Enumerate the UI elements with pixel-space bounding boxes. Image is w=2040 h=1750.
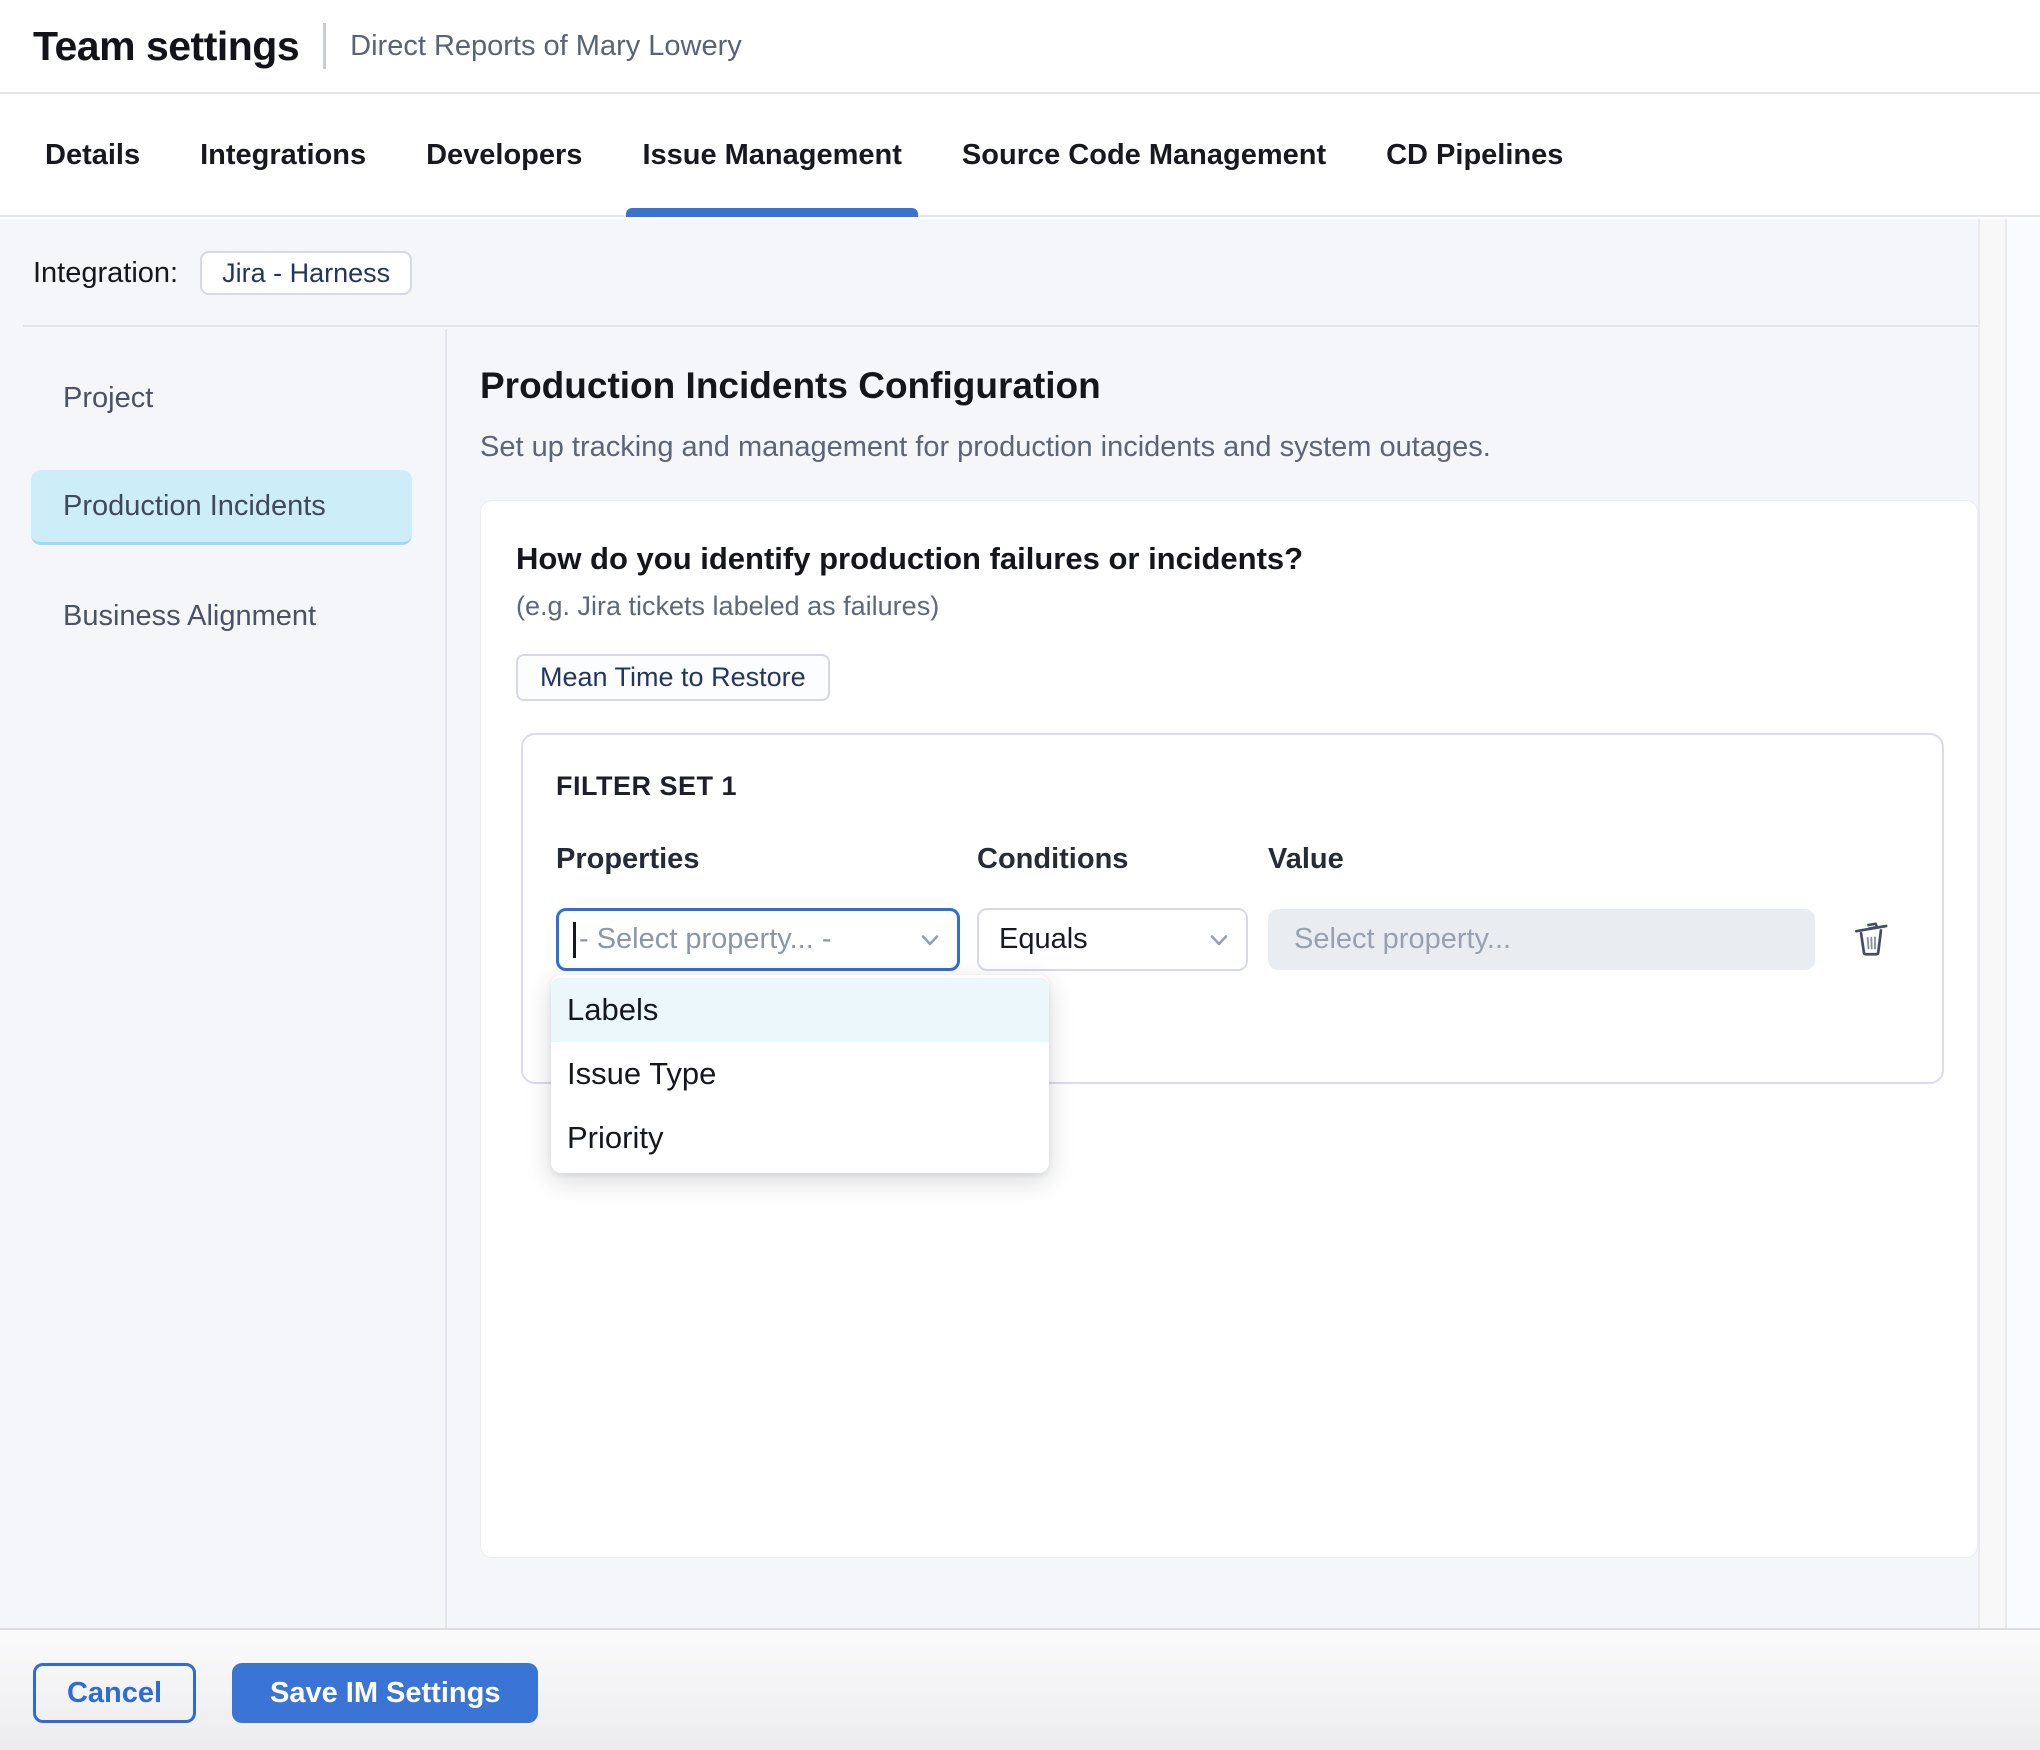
section-title: Production Incidents Configuration xyxy=(480,365,1101,407)
content-area: Integration: Jira - Harness Project Prod… xyxy=(0,219,2007,1628)
chevron-down-icon xyxy=(1204,925,1234,955)
section-subtitle: Set up tracking and management for produ… xyxy=(480,431,1491,464)
property-select[interactable]: - Select property... - xyxy=(556,908,960,971)
tab-developers[interactable]: Developers xyxy=(426,96,582,215)
config-question: How do you identify production failures … xyxy=(516,541,1303,577)
value-column-label: Value xyxy=(1268,843,1344,876)
config-hint: (e.g. Jira tickets labeled as failures) xyxy=(516,591,939,622)
dropdown-option-priority[interactable]: Priority xyxy=(551,1106,1049,1170)
dropdown-option-labels[interactable]: Labels xyxy=(551,978,1049,1042)
cancel-button[interactable]: Cancel xyxy=(33,1663,196,1723)
settings-sidebar: Project Production Incidents Business Al… xyxy=(0,329,447,1628)
sidebar-item-production-incidents[interactable]: Production Incidents xyxy=(31,470,412,545)
properties-column-label: Properties xyxy=(556,843,699,876)
tab-issue-management[interactable]: Issue Management xyxy=(642,96,901,215)
sidebar-item-business-alignment[interactable]: Business Alignment xyxy=(0,579,445,654)
trash-icon xyxy=(1848,915,1894,961)
footer-bar: Cancel Save IM Settings xyxy=(0,1628,2040,1750)
value-input[interactable] xyxy=(1268,909,1815,970)
page-subtitle: Direct Reports of Mary Lowery xyxy=(350,30,742,63)
incidents-config-card: How do you identify production failures … xyxy=(480,500,1978,1558)
mean-time-to-restore-tab[interactable]: Mean Time to Restore xyxy=(516,654,830,701)
text-caret xyxy=(573,922,576,958)
condition-select-value: Equals xyxy=(999,923,1088,956)
page-title: Team settings xyxy=(33,23,299,70)
main-panel: Production Incidents Configuration Set u… xyxy=(449,329,2007,1628)
conditions-column-label: Conditions xyxy=(977,843,1128,876)
scrollbar-track[interactable] xyxy=(1978,219,2007,1628)
page-header: Team settings Direct Reports of Mary Low… xyxy=(0,0,2040,94)
condition-select[interactable]: Equals xyxy=(977,908,1248,971)
property-select-placeholder: - Select property... - xyxy=(579,923,832,956)
integration-row: Integration: Jira - Harness xyxy=(0,219,2007,327)
tab-bar: Details Integrations Developers Issue Ma… xyxy=(0,96,2040,217)
tab-cd-pipelines[interactable]: CD Pipelines xyxy=(1386,96,1563,215)
delete-filter-button[interactable] xyxy=(1845,912,1897,964)
integration-label: Integration: xyxy=(33,257,178,290)
sidebar-item-project[interactable]: Project xyxy=(0,361,445,436)
chevron-down-icon xyxy=(915,925,945,955)
integration-chip[interactable]: Jira - Harness xyxy=(200,251,412,295)
property-dropdown-menu: Labels Issue Type Priority xyxy=(551,975,1049,1173)
tab-details[interactable]: Details xyxy=(45,96,140,215)
filter-set-title: FILTER SET 1 xyxy=(556,771,737,802)
tab-integrations[interactable]: Integrations xyxy=(200,96,366,215)
right-gutter xyxy=(2007,219,2040,1628)
title-separator xyxy=(323,23,326,69)
tab-source-code-management[interactable]: Source Code Management xyxy=(962,96,1326,215)
dropdown-option-issue-type[interactable]: Issue Type xyxy=(551,1042,1049,1106)
save-im-settings-button[interactable]: Save IM Settings xyxy=(232,1663,538,1723)
